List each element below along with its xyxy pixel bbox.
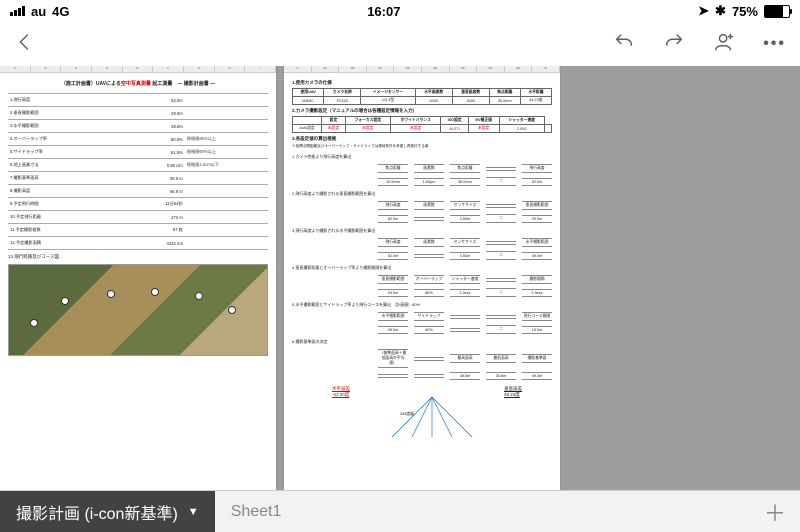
param-row: 3.水平撮影範囲39.0m — [8, 120, 268, 133]
angle-diagram: 水平誤差-63.30度 垂直誤差49.23度 336度幅 — [292, 386, 552, 446]
share-add-person-button[interactable] — [713, 31, 735, 58]
calc-section: 1.カメラ性能より飛行高度を算出 焦点距離画素数焦点距離飛行高度 10.9mm1… — [292, 154, 552, 380]
add-sheet-button[interactable]: ＋ — [750, 491, 800, 532]
network-label: 4G — [52, 4, 69, 19]
sec13-label: 13.飛行経路及びコース図 — [8, 254, 268, 260]
status-bar: au 4G 16:07 ➤ ✱ 75% — [0, 0, 800, 22]
location-icon: ➤ — [698, 3, 709, 19]
param-row: 5.サイドラップ率61.5%規格値60%以上 — [8, 146, 268, 159]
page1-title: （施工計画書）UAVによる空中写真測量 起工測量 ― 撮影計画書 ― — [8, 80, 268, 87]
param-row: 1.飛行高度52.0m — [8, 94, 268, 107]
camera-spec-table: 使用UAVカメラ名称イメージセンサー水平画素数垂直画素数焦点距離水平距離MAVI… — [292, 88, 552, 105]
param-row: 4.オーバーラップ率80.0%規格値80%以上 — [8, 133, 268, 146]
param-row: 6.地上画素寸法0.88 c/m規格値1.0cm以下 — [8, 159, 268, 172]
doc-page-2: ZAAABACADAEAFAGAHAI 1.使用カメラの仕様 使用UAVカメラ名… — [284, 66, 560, 490]
param-row: 2.垂直撮影範囲29.0m — [8, 107, 268, 120]
param-row: 11.予定撮影枚数67 枚 — [8, 224, 268, 237]
param-row: 12.予定撮影面積4332 m2 — [8, 237, 268, 250]
tab-active-label: 撮影計画 (i-con新基準) — [16, 500, 178, 524]
camera-setting-table: 設定フォーカス設定ホワイトバランスISO設定EV補正値シャッター速度Auto設定… — [292, 116, 552, 133]
spreadsheet-canvas[interactable]: ABCDEFGHI （施工計画書）UAVによる空中写真測量 起工測量 ― 撮影計… — [0, 66, 800, 490]
sec1-title: 1.使用カメラの仕様 — [292, 80, 552, 86]
app-toolbar: ••• — [0, 22, 800, 66]
sec2-title: 2.カメラ撮影設定（マニュアルの場合は各種設定情報を入力） — [292, 108, 552, 114]
redo-button[interactable] — [663, 31, 685, 58]
tab-sheet1-label: Sheet1 — [231, 503, 282, 521]
aerial-map — [8, 264, 268, 356]
param-row: 7.撮影基準面高38.6 m — [8, 172, 268, 185]
chevron-down-icon: ▼ — [188, 506, 199, 518]
battery-icon — [764, 5, 790, 18]
tab-sheet1[interactable]: Sheet1 — [215, 491, 298, 532]
battery-percent: 75% — [732, 4, 758, 19]
param-row: 9.予定飛行時間11分54秒 — [8, 198, 268, 211]
clock: 16:07 — [367, 4, 400, 19]
undo-button[interactable] — [613, 31, 635, 58]
carrier-label: au — [31, 4, 46, 19]
param-row: 8.撮影高度66.8 m — [8, 185, 268, 198]
bluetooth-icon: ✱ — [715, 3, 726, 19]
signal-icon — [10, 6, 25, 16]
doc-page-1: ABCDEFGHI （施工計画書）UAVによる空中写真測量 起工測量 ― 撮影計… — [0, 66, 276, 490]
sec3-note: ※各標点間距離及びオーバーラップ・サイドラップは現地条件を考慮し再検討する事 — [292, 144, 552, 149]
back-button[interactable] — [14, 31, 36, 58]
param-row: 10.予定飛行距離272 m — [8, 211, 268, 224]
sec3-title: 3.各設定値の算出根拠 — [292, 136, 552, 142]
more-button[interactable]: ••• — [763, 35, 786, 53]
param-table: 1.飛行高度52.0m2.垂直撮影範囲29.0m3.水平撮影範囲39.0m4.オ… — [8, 93, 268, 250]
sheet-tab-bar: 撮影計画 (i-con新基準) ▼ Sheet1 ＋ — [0, 490, 800, 532]
tab-active[interactable]: 撮影計画 (i-con新基準) ▼ — [0, 491, 215, 532]
